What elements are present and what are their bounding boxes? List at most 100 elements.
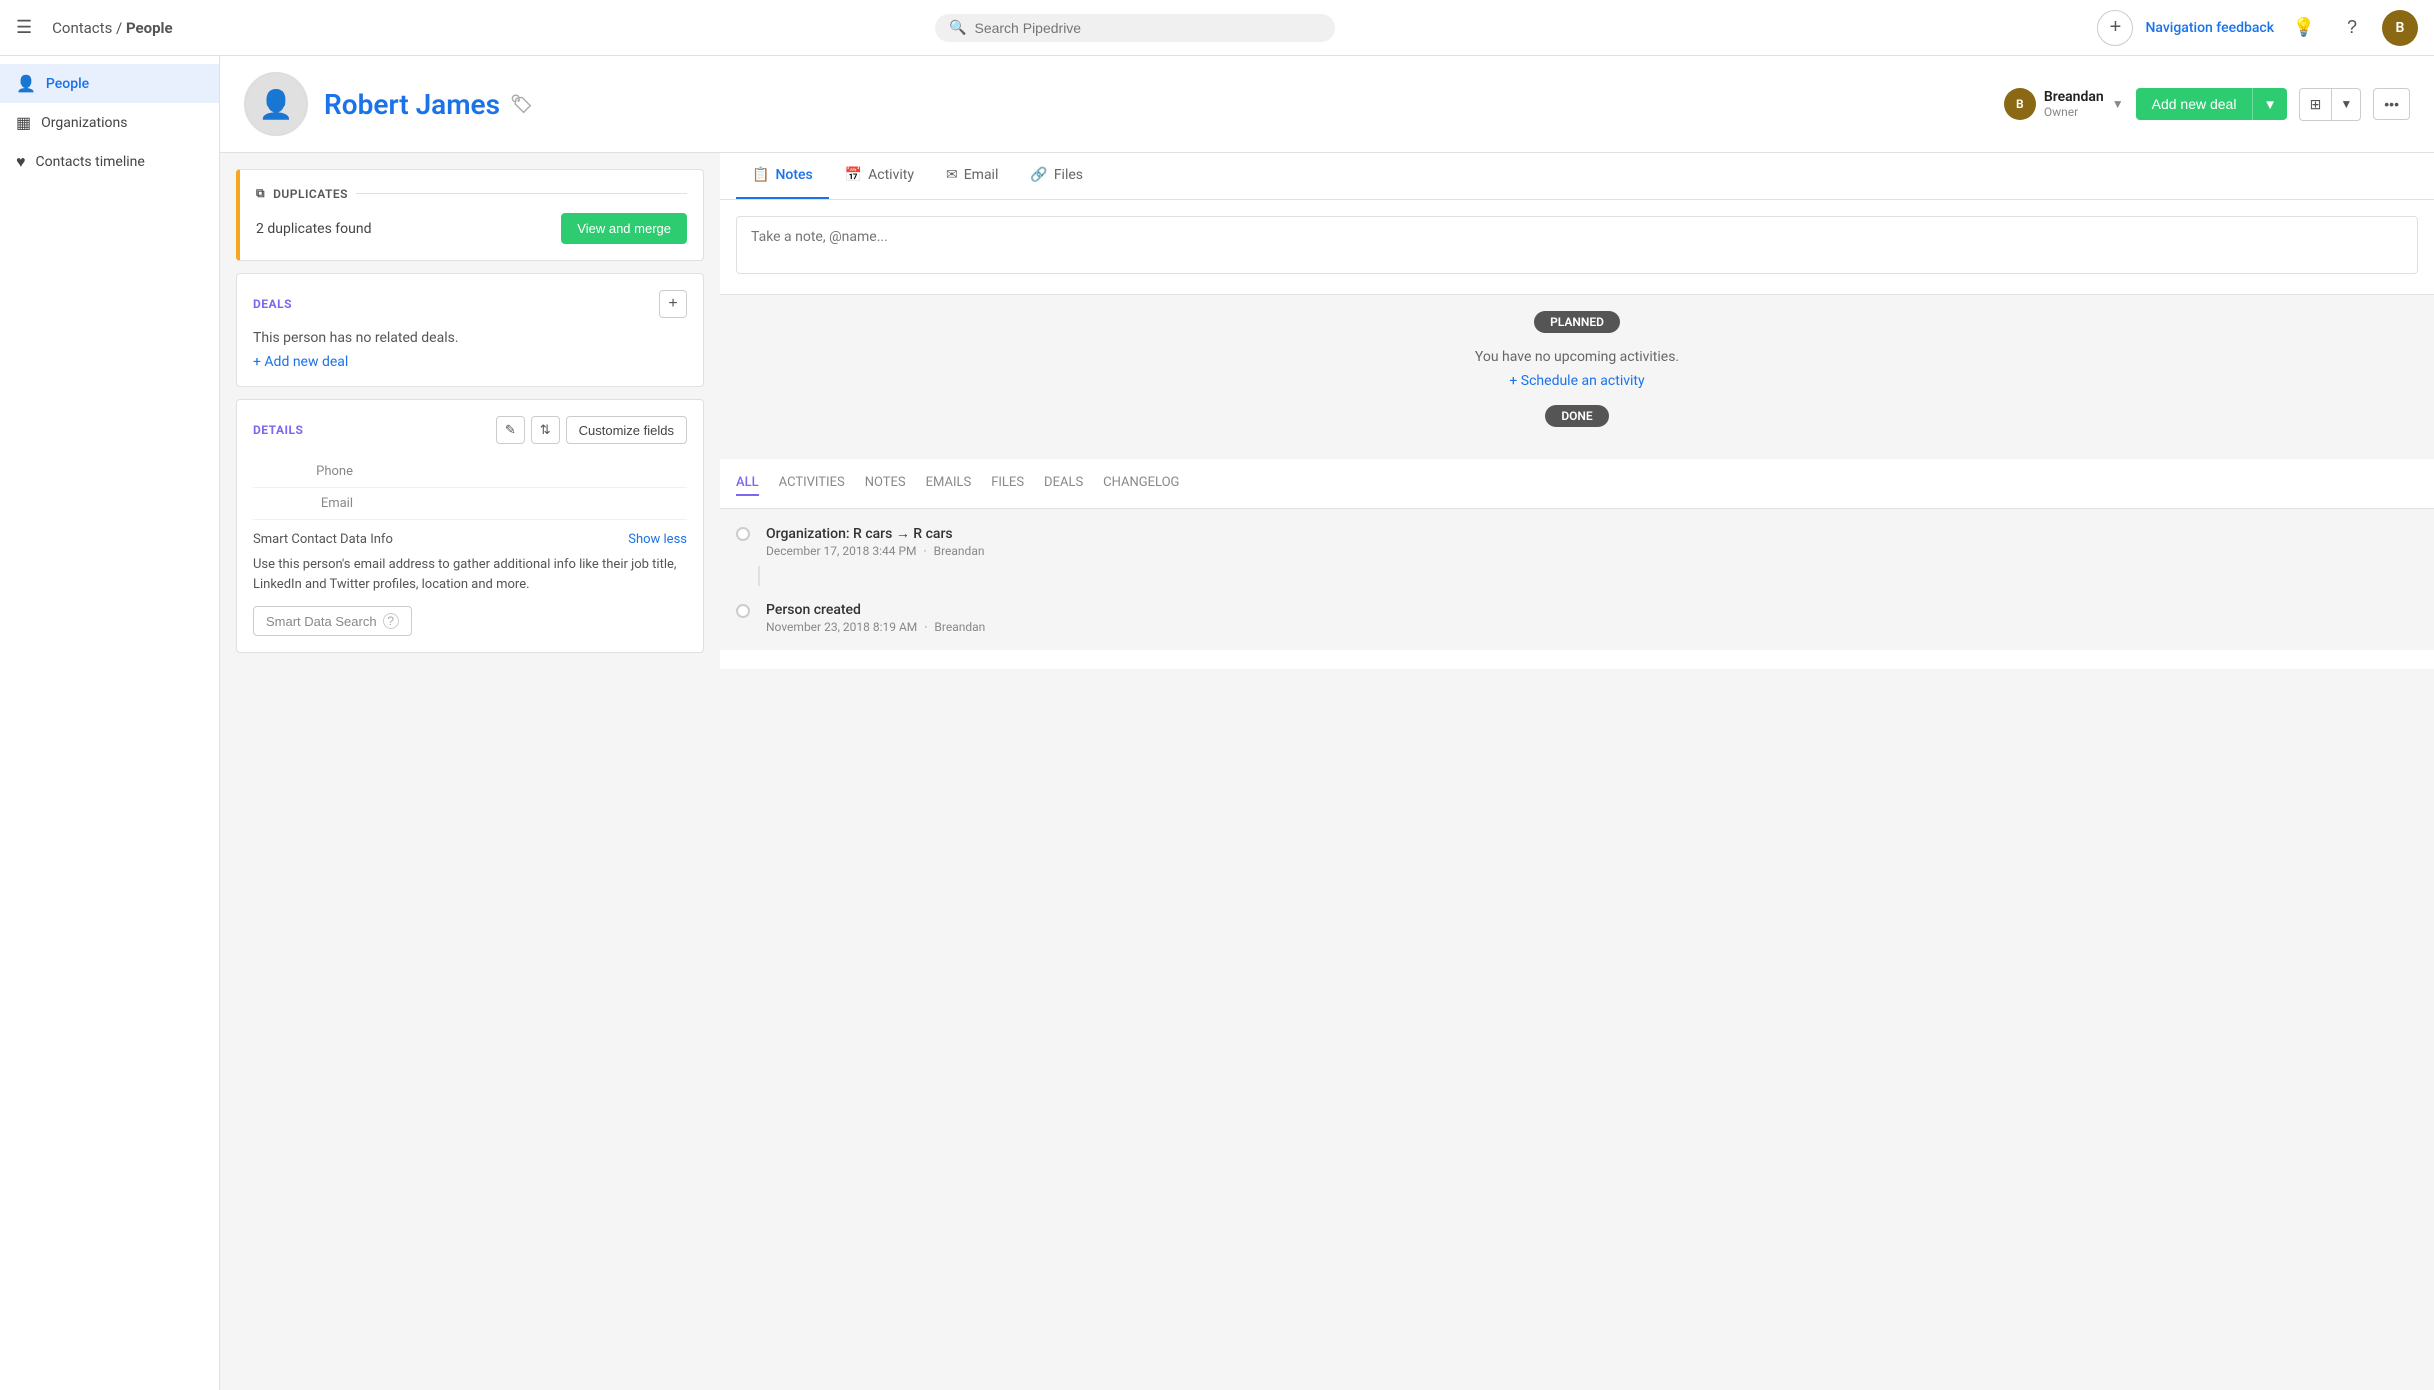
- person-name-text: Robert James: [324, 88, 500, 121]
- breadcrumb-people[interactable]: People: [126, 19, 173, 37]
- activity-tab-label: Activity: [868, 167, 914, 183]
- add-button[interactable]: +: [2097, 10, 2133, 46]
- user-avatar[interactable]: B: [2382, 10, 2418, 46]
- smart-data-search-button[interactable]: Smart Data Search ?: [253, 606, 412, 636]
- timeline-connector: [758, 566, 2418, 586]
- breadcrumb-contacts[interactable]: Contacts /: [52, 19, 126, 37]
- right-panel: 📋 Notes 📅 Activity ✉ Email 🔗: [720, 153, 2434, 669]
- top-nav: ☰ Contacts / People 🔍 + Navigation feedb…: [0, 0, 2434, 56]
- deals-card-header: DEALS +: [253, 290, 687, 318]
- person-header: 👤 Robert James 🏷 B Breandan Owner ▼: [220, 56, 2434, 153]
- duplicates-content: 2 duplicates found View and merge: [256, 213, 687, 244]
- history-item-content: Organization: R cars → R cars December 1…: [766, 525, 988, 558]
- notes-tab-label: Notes: [775, 167, 812, 183]
- history-item-author: Breandan: [934, 620, 985, 634]
- view-toggle-dropdown-button[interactable]: ▼: [2332, 88, 2361, 121]
- sidebar-item-label: People: [46, 76, 89, 92]
- planned-section: PLANNED You have no upcoming activities.…: [720, 295, 2434, 459]
- no-upcoming-activities-text: You have no upcoming activities.: [736, 349, 2418, 365]
- history-item-content: Person created November 23, 2018 8:19 AM…: [766, 602, 989, 634]
- tag-icon[interactable]: 🏷: [510, 94, 533, 115]
- schedule-activity-link[interactable]: + Schedule an activity: [736, 373, 2418, 389]
- deals-card: DEALS + This person has no related deals…: [236, 273, 704, 387]
- history-dot-icon: [736, 604, 750, 618]
- sidebar-item-label: Organizations: [41, 115, 127, 131]
- tab-email[interactable]: ✉ Email: [930, 153, 1014, 199]
- sidebar-item-contacts-timeline[interactable]: ♥ Contacts timeline: [0, 142, 219, 182]
- phone-label: Phone: [253, 464, 353, 479]
- detail-row-phone: Phone: [253, 456, 687, 488]
- done-badge: DONE: [1545, 405, 1608, 427]
- sidebar-item-organizations[interactable]: ▦ Organizations: [0, 103, 219, 142]
- breadcrumb: Contacts / People: [52, 19, 172, 37]
- history-item-separator: ·: [924, 620, 927, 634]
- details-card-header: DETAILS ✎ ⇅ Customize fields: [253, 416, 687, 444]
- duplicates-icon: ⧉: [256, 186, 265, 201]
- details-actions: ✎ ⇅ Customize fields: [496, 416, 687, 444]
- history-tabs: ALL ACTIVITIES NOTES EMAILS FILES DEALS …: [720, 459, 2434, 509]
- lightbulb-icon-button[interactable]: 💡: [2286, 10, 2322, 46]
- smart-contact-title: Smart Contact Data Info: [253, 532, 393, 547]
- history-item-author: Breandan: [934, 544, 985, 558]
- more-options-button[interactable]: •••: [2373, 88, 2410, 120]
- smart-data-help-icon: ?: [383, 613, 399, 629]
- add-deal-link[interactable]: + Add new deal: [253, 354, 348, 370]
- tab-activity[interactable]: 📅 Activity: [829, 153, 930, 199]
- history-item-date: November 23, 2018 8:19 AM: [766, 620, 917, 634]
- deals-card-title: DEALS: [253, 297, 292, 311]
- detail-row-email: Email: [253, 488, 687, 520]
- no-deals-text: This person has no related deals.: [253, 330, 687, 346]
- organizations-icon: ▦: [16, 113, 31, 132]
- smart-contact-header: Smart Contact Data Info Show less: [253, 532, 687, 547]
- owner-details: Breandan Owner: [2044, 89, 2104, 119]
- history-tab-all[interactable]: ALL: [736, 471, 759, 496]
- history-tab-changelog[interactable]: CHANGELOG: [1103, 471, 1179, 496]
- customize-fields-button[interactable]: Customize fields: [566, 416, 687, 444]
- details-edit-button[interactable]: ✎: [496, 416, 525, 444]
- history-tab-activities[interactable]: ACTIVITIES: [779, 471, 845, 496]
- planned-badge: PLANNED: [1534, 311, 1620, 333]
- navigation-feedback-link[interactable]: Navigation feedback: [2145, 20, 2274, 36]
- smart-data-search-label: Smart Data Search: [266, 614, 377, 629]
- history-tab-deals[interactable]: DEALS: [1044, 471, 1083, 496]
- show-less-link[interactable]: Show less: [628, 532, 687, 547]
- view-toggle-group: ⊞ ▼: [2299, 88, 2362, 121]
- history-item-date: December 17, 2018 3:44 PM: [766, 544, 917, 558]
- view-toggle-button[interactable]: ⊞: [2299, 88, 2333, 121]
- duplicates-header: ⧉ DUPLICATES: [256, 186, 687, 201]
- email-label: Email: [253, 496, 353, 511]
- history-tab-files[interactable]: FILES: [991, 471, 1024, 496]
- app-body: 👤 People ▦ Organizations ♥ Contacts time…: [0, 56, 2434, 1390]
- person-avatar: 👤: [244, 72, 308, 136]
- hamburger-icon[interactable]: ☰: [16, 17, 32, 38]
- tab-notes[interactable]: 📋 Notes: [736, 153, 829, 199]
- owner-avatar: B: [2004, 88, 2036, 120]
- add-deal-button[interactable]: Add new deal: [2136, 88, 2253, 120]
- owner-chevron-icon[interactable]: ▼: [2112, 97, 2124, 111]
- search-input[interactable]: [974, 20, 1321, 36]
- history-tab-notes[interactable]: NOTES: [865, 471, 906, 496]
- note-input-area: [720, 200, 2434, 295]
- history-item-separator: ·: [923, 544, 926, 558]
- header-right-actions: B Breandan Owner ▼ Add new deal ▼ ⊞ ▼ ••…: [2004, 88, 2410, 121]
- search-icon: 🔍: [949, 20, 966, 36]
- person-avatar-icon: 👤: [259, 88, 294, 121]
- history-item-title: Person created: [766, 602, 989, 618]
- timeline-icon: ♥: [16, 152, 26, 172]
- sidebar-item-people[interactable]: 👤 People: [0, 64, 219, 103]
- tab-files[interactable]: 🔗 Files: [1014, 153, 1099, 199]
- left-column: ⧉ DUPLICATES 2 duplicates found View and…: [220, 153, 720, 669]
- view-and-merge-button[interactable]: View and merge: [561, 213, 687, 244]
- help-icon-button[interactable]: ?: [2334, 10, 2370, 46]
- add-deal-dropdown-button[interactable]: ▼: [2252, 88, 2286, 120]
- history-tab-emails[interactable]: EMAILS: [926, 471, 972, 496]
- note-input[interactable]: [736, 216, 2418, 274]
- content-columns: ⧉ DUPLICATES 2 duplicates found View and…: [220, 153, 2434, 669]
- activity-tab-icon: 📅: [845, 167, 862, 183]
- owner-info: B Breandan Owner ▼: [2004, 88, 2124, 120]
- email-tab-label: Email: [964, 167, 999, 183]
- details-sort-button[interactable]: ⇅: [531, 416, 560, 444]
- add-deal-button-group: Add new deal ▼: [2136, 88, 2287, 120]
- deals-add-button[interactable]: +: [659, 290, 687, 318]
- files-tab-label: Files: [1054, 167, 1083, 183]
